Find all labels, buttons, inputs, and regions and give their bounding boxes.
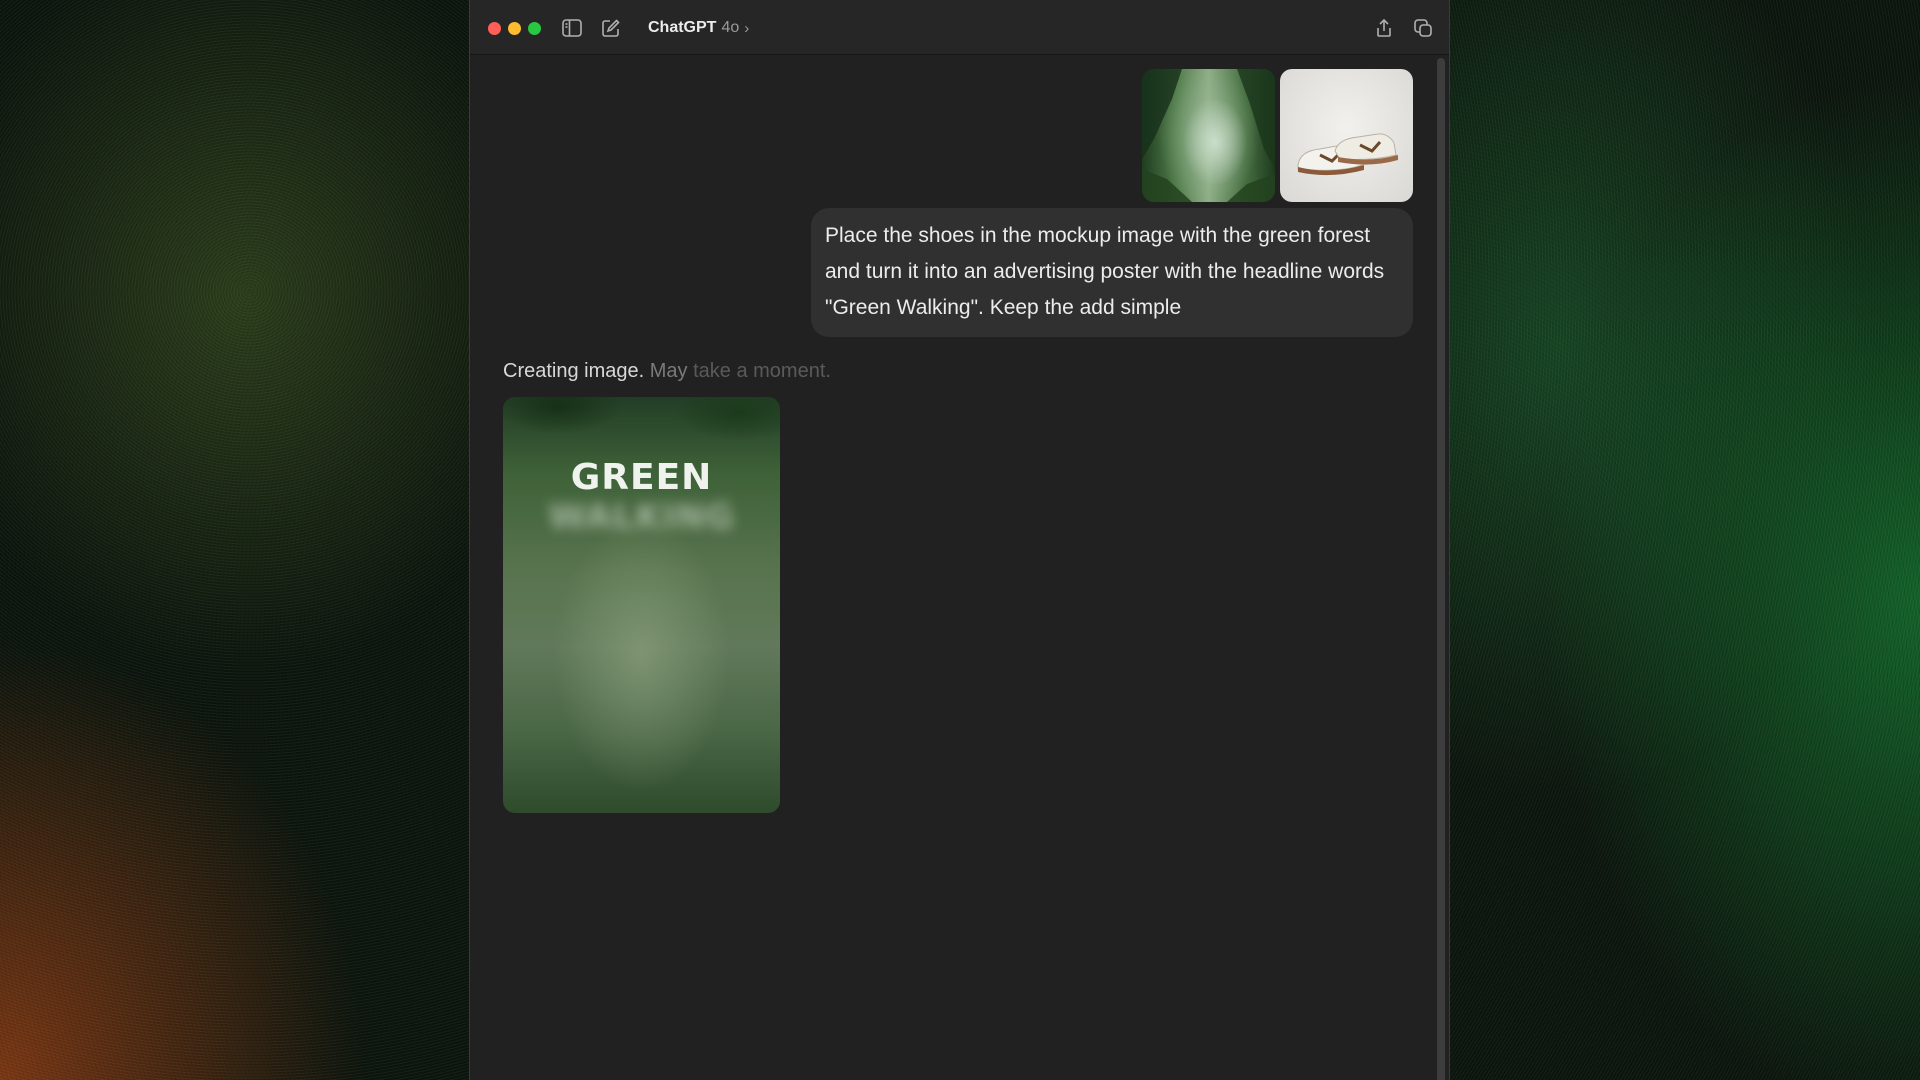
poster-headline-line1: GREEN xyxy=(570,457,713,498)
user-message-bubble: Place the shoes in the mockup image with… xyxy=(811,208,1413,337)
scrollbar[interactable] xyxy=(1437,58,1445,1080)
new-window-icon[interactable] xyxy=(1412,17,1434,39)
model-selector[interactable]: ChatGPT 4o › xyxy=(648,18,749,38)
sidebar-icon[interactable] xyxy=(561,17,583,39)
status-text-faded: take a moment. xyxy=(687,360,831,382)
user-attachments xyxy=(1142,69,1413,202)
poster-headline-line2: WALKING xyxy=(548,497,735,537)
model-version: 4o xyxy=(721,19,740,36)
share-icon[interactable] xyxy=(1373,17,1395,39)
image-generation-status: Creating image. May take a moment. xyxy=(503,360,831,383)
forest-image-attachment[interactable] xyxy=(1142,69,1275,202)
shoes-image-attachment[interactable] xyxy=(1280,69,1413,202)
status-text-main: Creating image. xyxy=(503,360,645,382)
model-name: ChatGPT xyxy=(648,19,717,36)
window-minimize-button[interactable] xyxy=(508,22,521,35)
status-text-fade: May xyxy=(644,360,688,382)
window-maximize-button[interactable] xyxy=(528,22,541,35)
chatgpt-window: ChatGPT 4o › Place the shoes in the mock… xyxy=(469,0,1450,1080)
generated-poster-preview[interactable]: GREEN WALKING xyxy=(503,397,780,813)
title-bar: ChatGPT 4o › xyxy=(470,0,1449,55)
window-close-button[interactable] xyxy=(488,22,501,35)
chevron-right-icon: › xyxy=(744,19,750,37)
compose-icon[interactable] xyxy=(600,17,622,39)
